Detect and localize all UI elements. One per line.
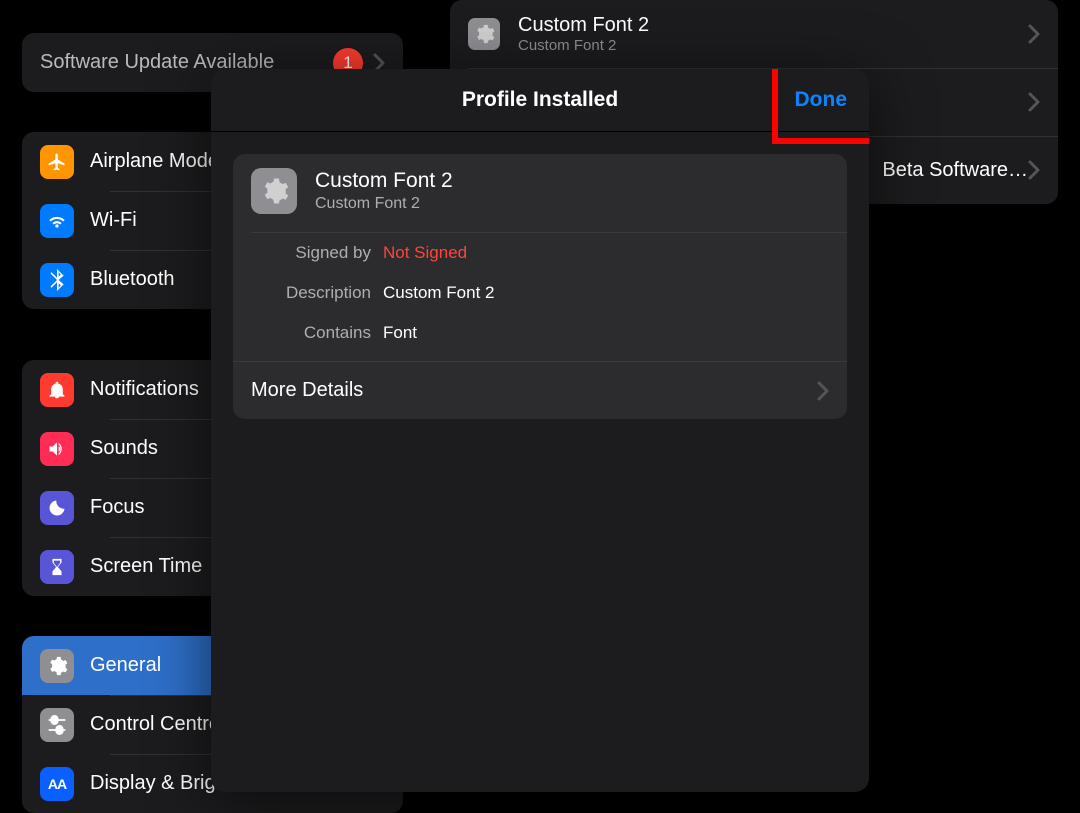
profile-row-title: Custom Font 2 — [518, 14, 1028, 37]
chevron-right-icon — [1028, 160, 1040, 180]
field-label: Signed by — [233, 243, 383, 263]
more-details-row[interactable]: More Details — [233, 361, 847, 419]
field-label: Description — [233, 283, 383, 303]
field-value: Not Signed — [383, 243, 467, 263]
sidebar-item-label: General — [90, 654, 161, 677]
sidebar-item-label: Notifications — [90, 378, 199, 401]
sidebar-item-label: Wi-Fi — [90, 209, 137, 232]
field-signed-by: Signed by Not Signed — [233, 233, 847, 273]
speaker-icon — [40, 432, 74, 466]
more-details-label: More Details — [251, 379, 363, 402]
done-button[interactable]: Done — [793, 82, 850, 118]
sidebar-item-label: Airplane Mode — [90, 150, 219, 173]
field-value: Font — [383, 323, 417, 343]
sidebar-item-label: Sounds — [90, 437, 158, 460]
field-description: Description Custom Font 2 — [233, 273, 847, 313]
gear-icon — [468, 18, 500, 50]
gear-icon — [40, 649, 74, 683]
profile-row[interactable]: Custom Font 2 Custom Font 2 — [450, 0, 1058, 68]
field-value: Custom Font 2 — [383, 283, 495, 303]
bluetooth-icon — [40, 263, 74, 297]
wifi-icon — [40, 204, 74, 238]
sidebar-item-label: Control Centre — [90, 713, 220, 736]
switches-icon — [40, 708, 74, 742]
moon-icon — [40, 491, 74, 525]
gear-icon — [251, 168, 297, 214]
profile-row-subtitle: Custom Font 2 — [518, 37, 1028, 54]
chevron-right-icon — [817, 381, 829, 401]
field-label: Contains — [233, 323, 383, 343]
bell-icon — [40, 373, 74, 407]
hourglass-icon — [40, 550, 74, 584]
profile-title: Custom Font 2 — [315, 169, 453, 193]
profile-card: Custom Font 2 Custom Font 2 Signed by No… — [233, 154, 847, 419]
profile-subtitle: Custom Font 2 — [315, 195, 453, 213]
field-contains: Contains Font — [233, 313, 847, 361]
sidebar-item-label: Focus — [90, 496, 144, 519]
airplane-icon — [40, 145, 74, 179]
aa-icon: AA — [40, 767, 74, 801]
sheet-header: Profile Installed Done — [211, 69, 869, 132]
profile-installed-sheet: Profile Installed Done Custom Font 2 Cus… — [211, 69, 869, 792]
chevron-right-icon — [1028, 24, 1040, 44]
sidebar-item-label: Bluetooth — [90, 268, 175, 291]
sidebar-item-label: Screen Time — [90, 555, 202, 578]
chevron-right-icon — [1028, 92, 1040, 112]
sheet-title: Profile Installed — [462, 88, 618, 112]
